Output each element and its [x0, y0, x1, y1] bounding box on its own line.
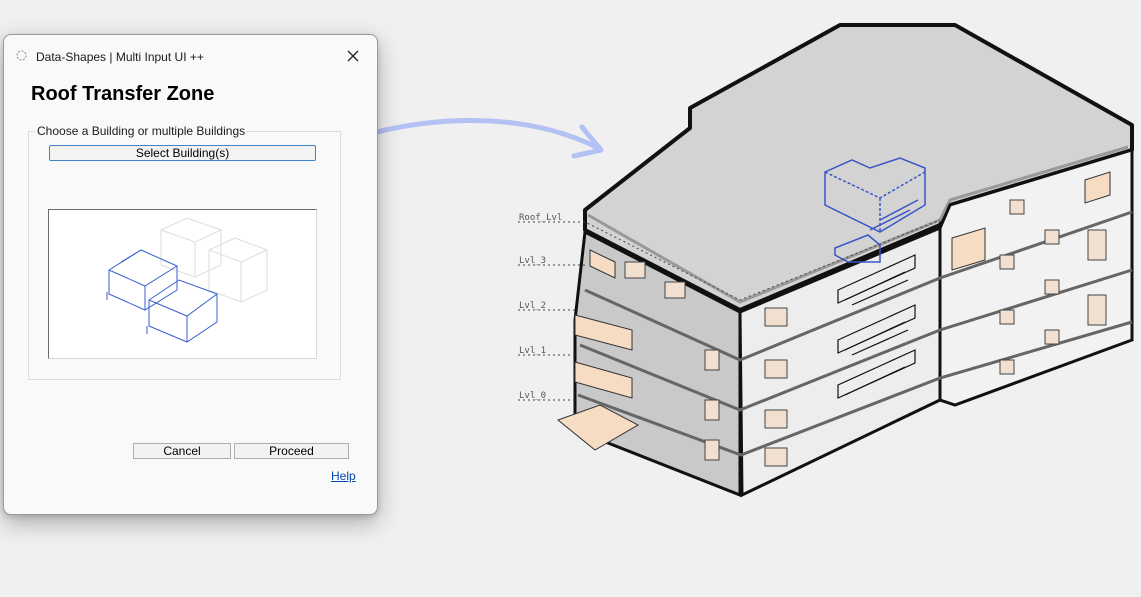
building-preview	[48, 209, 317, 359]
select-buildings-button[interactable]: Select Building(s)	[49, 145, 316, 161]
cancel-button[interactable]: Cancel	[133, 443, 231, 459]
level-label-3: Lvl_3	[519, 256, 546, 266]
level-label-1: Lvl_1	[519, 346, 546, 356]
group-label: Choose a Building or multiple Buildings	[35, 124, 248, 138]
multi-input-dialog: Data-Shapes | Multi Input UI ++ Roof Tra…	[3, 34, 378, 515]
title-bar: Data-Shapes | Multi Input UI ++	[4, 35, 377, 75]
window-title: Data-Shapes | Multi Input UI ++	[36, 50, 204, 64]
level-label-2: Lvl_2	[519, 301, 546, 311]
dialog-heading: Roof Transfer Zone	[31, 83, 215, 105]
close-button[interactable]	[339, 44, 367, 68]
close-icon	[347, 50, 359, 62]
level-label-0: Lvl_0	[519, 391, 546, 401]
proceed-button[interactable]: Proceed	[234, 443, 349, 459]
app-icon	[16, 50, 27, 61]
building-illustration: Roof_Lvl Lvl_3 Lvl_2 Lvl_1 Lvl_0	[518, 23, 1134, 498]
help-link[interactable]: Help	[331, 469, 356, 483]
preview-drawing	[106, 217, 268, 343]
level-label-roof: Roof_Lvl	[519, 213, 562, 223]
